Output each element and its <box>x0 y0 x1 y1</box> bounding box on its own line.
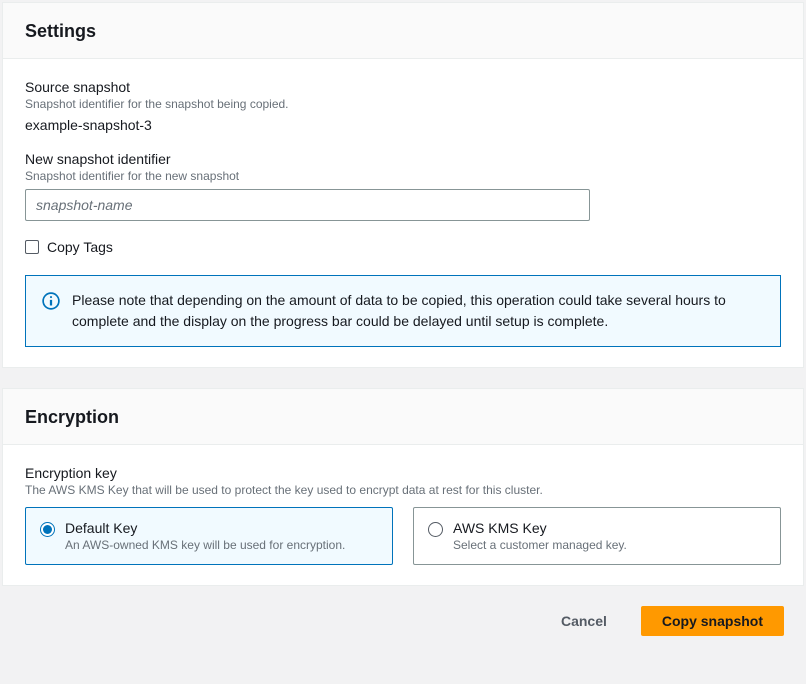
encryption-panel: Encryption Encryption key The AWS KMS Ke… <box>2 388 804 586</box>
radio-default-key-title: Default Key <box>65 520 345 536</box>
cancel-button[interactable]: Cancel <box>541 606 627 636</box>
action-buttons: Cancel Copy snapshot <box>0 586 806 642</box>
info-banner: Please note that depending on the amount… <box>25 275 781 347</box>
source-snapshot-label: Source snapshot <box>25 79 781 95</box>
info-icon <box>42 290 60 313</box>
source-snapshot-field: Source snapshot Snapshot identifier for … <box>25 79 781 133</box>
new-snapshot-id-hint: Snapshot identifier for the new snapshot <box>25 169 781 183</box>
new-snapshot-id-field: New snapshot identifier Snapshot identif… <box>25 151 781 221</box>
radio-icon <box>40 522 55 537</box>
radio-icon <box>428 522 443 537</box>
new-snapshot-id-label: New snapshot identifier <box>25 151 781 167</box>
radio-kms-key[interactable]: AWS KMS Key Select a customer managed ke… <box>413 507 781 565</box>
encryption-key-label: Encryption key <box>25 465 781 481</box>
source-snapshot-hint: Snapshot identifier for the snapshot bei… <box>25 97 781 111</box>
copy-tags-label: Copy Tags <box>47 239 113 255</box>
encryption-body: Encryption key The AWS KMS Key that will… <box>3 445 803 585</box>
encryption-key-hint: The AWS KMS Key that will be used to pro… <box>25 483 781 497</box>
settings-title: Settings <box>25 21 781 42</box>
copy-tags-checkbox[interactable] <box>25 240 39 254</box>
settings-header: Settings <box>3 3 803 59</box>
encryption-key-field: Encryption key The AWS KMS Key that will… <box>25 465 781 565</box>
encryption-header: Encryption <box>3 389 803 445</box>
new-snapshot-id-input[interactable] <box>25 189 590 221</box>
copy-tags-row[interactable]: Copy Tags <box>25 239 781 255</box>
info-banner-text: Please note that depending on the amount… <box>72 290 764 332</box>
encryption-title: Encryption <box>25 407 781 428</box>
settings-panel: Settings Source snapshot Snapshot identi… <box>2 2 804 368</box>
encryption-radio-row: Default Key An AWS-owned KMS key will be… <box>25 507 781 565</box>
source-snapshot-value: example-snapshot-3 <box>25 117 781 133</box>
copy-snapshot-button[interactable]: Copy snapshot <box>641 606 784 636</box>
settings-body: Source snapshot Snapshot identifier for … <box>3 59 803 367</box>
radio-default-key[interactable]: Default Key An AWS-owned KMS key will be… <box>25 507 393 565</box>
radio-kms-key-sub: Select a customer managed key. <box>453 538 627 552</box>
radio-kms-key-title: AWS KMS Key <box>453 520 627 536</box>
radio-default-key-sub: An AWS-owned KMS key will be used for en… <box>65 538 345 552</box>
